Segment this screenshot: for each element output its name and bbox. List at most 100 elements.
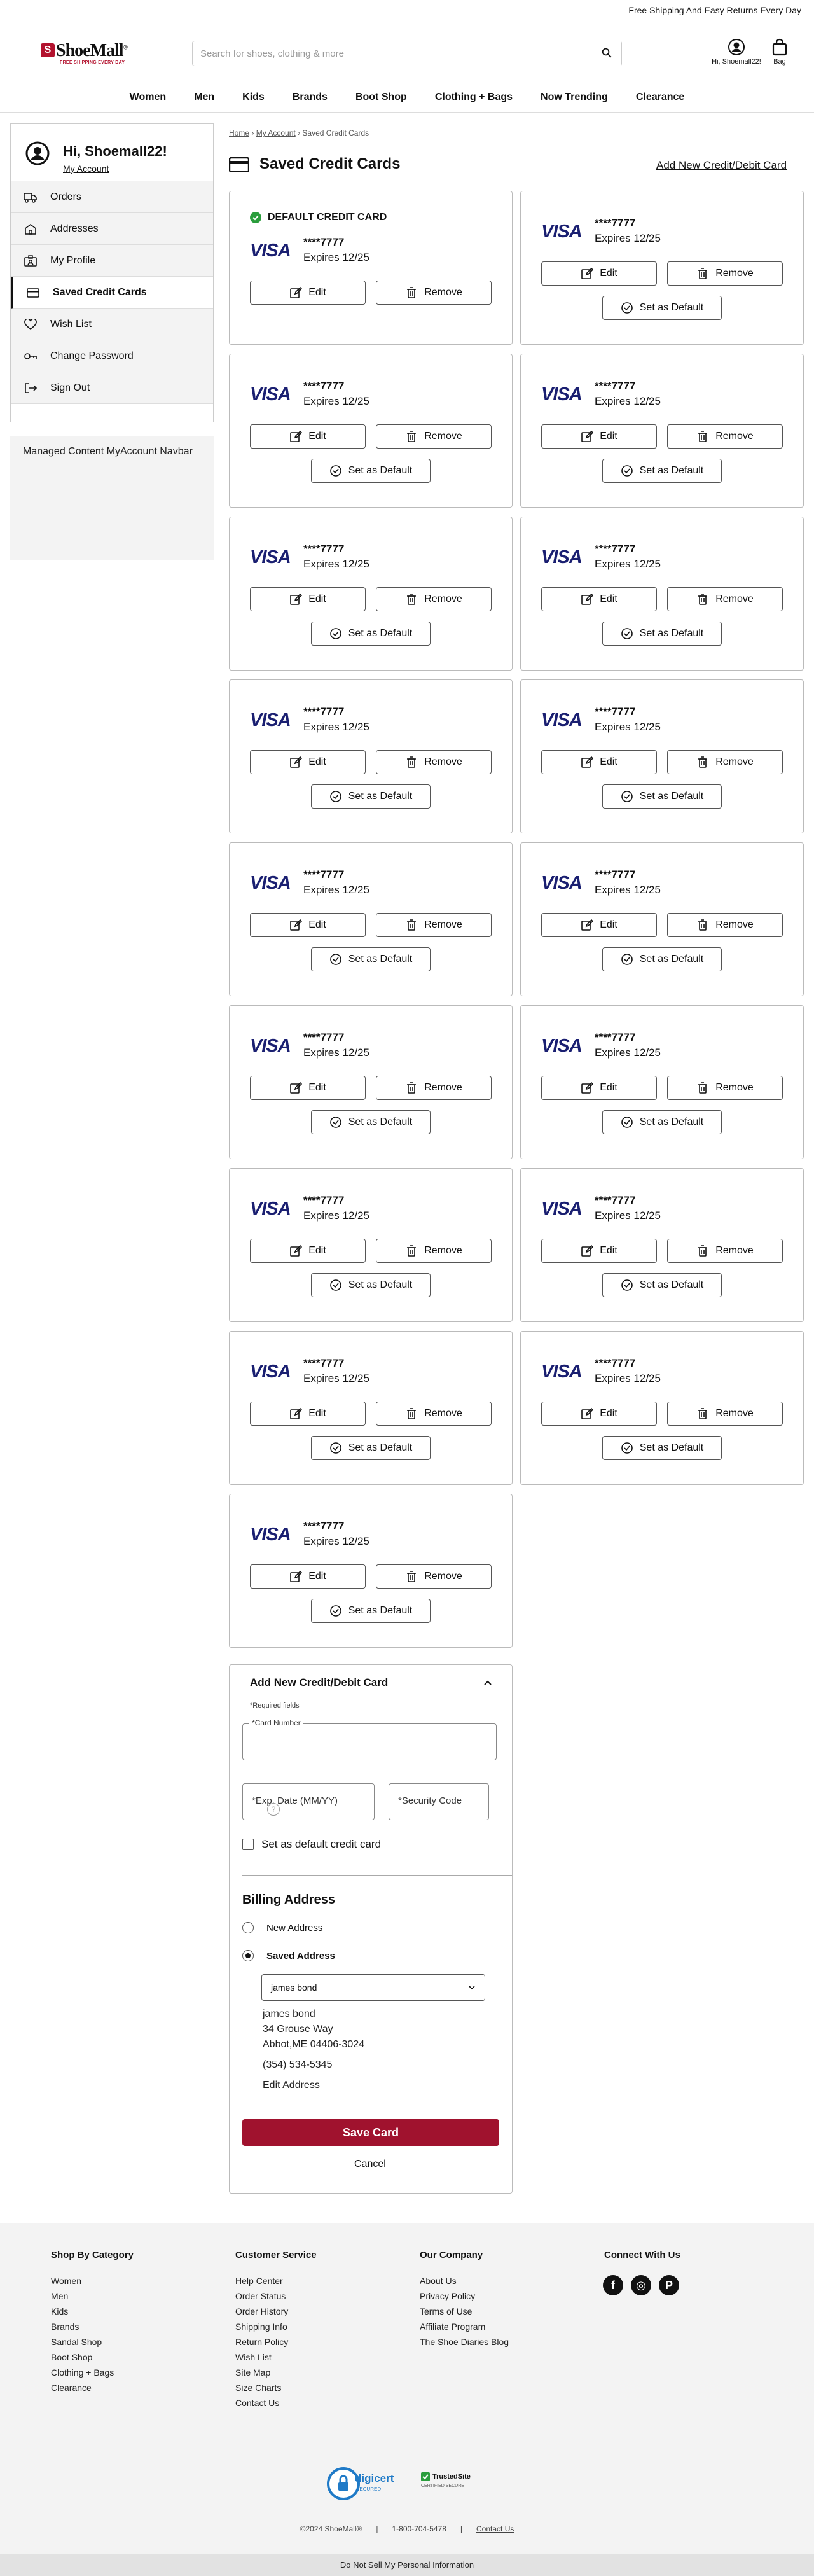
footer-link[interactable]: Privacy Policy — [420, 2288, 509, 2304]
sidebar-item-sign-out[interactable]: Sign Out — [11, 372, 213, 404]
facebook-icon[interactable]: f — [603, 2275, 623, 2295]
chevron-up-icon[interactable] — [483, 1678, 493, 1688]
set-default-button[interactable]: Set as Default — [602, 1110, 722, 1134]
breadcrumb-home[interactable]: Home — [229, 129, 249, 137]
set-default-button[interactable]: Set as Default — [602, 459, 722, 483]
footer-contact-link[interactable]: Contact Us — [476, 2524, 514, 2533]
footer-link[interactable]: Wish List — [235, 2350, 317, 2365]
edit-card-button[interactable]: Edit — [541, 424, 657, 449]
sidebar-item-my-profile[interactable]: My Profile — [11, 245, 213, 277]
address-select[interactable]: james bond — [261, 1974, 485, 2001]
remove-card-button[interactable]: Remove — [376, 913, 492, 937]
sidebar-item-saved-credit-cards[interactable]: Saved Credit Cards — [11, 277, 213, 309]
remove-card-button[interactable]: Remove — [667, 424, 783, 449]
remove-card-button[interactable]: Remove — [376, 587, 492, 611]
edit-card-button[interactable]: Edit — [250, 1239, 366, 1263]
breadcrumb-my-account[interactable]: My Account — [256, 129, 296, 137]
remove-card-button[interactable]: Remove — [376, 1564, 492, 1589]
sidebar-item-addresses[interactable]: Addresses — [11, 213, 213, 245]
bag-link[interactable]: Bag — [768, 38, 791, 71]
edit-card-button[interactable]: Edit — [250, 587, 366, 611]
footer-link[interactable]: Clearance — [51, 2380, 134, 2395]
set-default-button[interactable]: Set as Default — [602, 622, 722, 646]
radio-circle-selected[interactable] — [242, 1950, 254, 1961]
new-address-radio[interactable]: New Address — [242, 1922, 322, 1933]
set-default-button[interactable]: Set as Default — [311, 622, 431, 646]
remove-card-button[interactable]: Remove — [667, 1239, 783, 1263]
footer-link[interactable]: Help Center — [235, 2273, 317, 2288]
footer-link[interactable]: Terms of Use — [420, 2304, 509, 2319]
edit-card-button[interactable]: Edit — [541, 750, 657, 774]
edit-card-button[interactable]: Edit — [250, 1076, 366, 1100]
set-default-button[interactable]: Set as Default — [602, 1436, 722, 1460]
default-card-checkbox[interactable]: Set as default credit card — [242, 1838, 381, 1851]
saved-address-radio[interactable]: Saved Address — [242, 1950, 335, 1961]
set-default-button[interactable]: Set as Default — [311, 459, 431, 483]
remove-card-button[interactable]: Remove — [376, 281, 492, 305]
set-default-button[interactable]: Set as Default — [311, 947, 431, 971]
radio-circle[interactable] — [242, 1922, 254, 1933]
remove-card-button[interactable]: Remove — [667, 1076, 783, 1100]
edit-card-button[interactable]: Edit — [250, 1402, 366, 1426]
footer-link[interactable]: Kids — [51, 2304, 134, 2319]
footer-link[interactable]: Women — [51, 2273, 134, 2288]
edit-card-button[interactable]: Edit — [541, 587, 657, 611]
pinterest-icon[interactable]: P — [659, 2275, 679, 2295]
edit-card-button[interactable]: Edit — [541, 1239, 657, 1263]
set-default-button[interactable]: Set as Default — [602, 784, 722, 809]
footer-link[interactable]: Brands — [51, 2319, 134, 2334]
footer-link[interactable]: The Shoe Diaries Blog — [420, 2334, 509, 2350]
footer-link[interactable]: Return Policy — [235, 2334, 317, 2350]
edit-card-button[interactable]: Edit — [250, 424, 366, 449]
edit-card-button[interactable]: Edit — [250, 913, 366, 937]
shoemall-logo[interactable]: S ShoeMall® FREE SHIPPING EVERY DAY — [41, 41, 140, 67]
footer-link[interactable]: Site Map — [235, 2365, 317, 2380]
nav-kids[interactable]: Kids — [228, 84, 279, 112]
edit-card-button[interactable]: Edit — [541, 1076, 657, 1100]
exp-date-field[interactable]: *Exp. Date (MM/YY) — [242, 1783, 375, 1820]
nav-women[interactable]: Women — [116, 84, 180, 112]
set-default-button[interactable]: Set as Default — [311, 1599, 431, 1623]
edit-card-button[interactable]: Edit — [541, 1402, 657, 1426]
footer-link[interactable]: Boot Shop — [51, 2350, 134, 2365]
nav-clearance[interactable]: Clearance — [622, 84, 699, 112]
card-number-field[interactable]: *Card Number — [242, 1718, 497, 1760]
edit-card-button[interactable]: Edit — [250, 750, 366, 774]
remove-card-button[interactable]: Remove — [667, 1402, 783, 1426]
set-default-button[interactable]: Set as Default — [311, 1273, 431, 1297]
sidebar-item-orders[interactable]: Orders — [11, 181, 213, 213]
nav-boot-shop[interactable]: Boot Shop — [341, 84, 421, 112]
search-button[interactable] — [591, 41, 621, 66]
remove-card-button[interactable]: Remove — [376, 1239, 492, 1263]
edit-card-button[interactable]: Edit — [541, 261, 657, 286]
footer-link[interactable]: Men — [51, 2288, 134, 2304]
footer-link[interactable]: Affiliate Program — [420, 2319, 509, 2334]
remove-card-button[interactable]: Remove — [667, 261, 783, 286]
nav-clothing-bags[interactable]: Clothing + Bags — [421, 84, 527, 112]
help-icon[interactable]: ? — [267, 1803, 280, 1816]
footer-link[interactable]: Shipping Info — [235, 2319, 317, 2334]
remove-card-button[interactable]: Remove — [376, 1402, 492, 1426]
set-default-button[interactable]: Set as Default — [311, 784, 431, 809]
security-code-field[interactable]: *Security Code — [389, 1783, 489, 1820]
edit-card-button[interactable]: Edit — [250, 1564, 366, 1589]
set-default-button[interactable]: Set as Default — [602, 1273, 722, 1297]
do-not-sell-link[interactable]: Do Not Sell My Personal Information — [0, 2554, 814, 2576]
account-link[interactable]: Hi, Shoemall22! — [705, 38, 768, 71]
remove-card-button[interactable]: Remove — [667, 587, 783, 611]
footer-link[interactable]: Sandal Shop — [51, 2334, 134, 2350]
set-default-button[interactable]: Set as Default — [311, 1110, 431, 1134]
checkbox-box[interactable] — [242, 1839, 254, 1850]
footer-link[interactable]: About Us — [420, 2273, 509, 2288]
footer-link[interactable]: Order Status — [235, 2288, 317, 2304]
sidebar-item-change-password[interactable]: Change Password — [11, 340, 213, 372]
set-default-button[interactable]: Set as Default — [311, 1436, 431, 1460]
sidebar-item-wish-list[interactable]: Wish List — [11, 309, 213, 340]
add-new-card-link[interactable]: Add New Credit/Debit Card — [656, 159, 787, 172]
nav-men[interactable]: Men — [180, 84, 228, 112]
remove-card-button[interactable]: Remove — [376, 1076, 492, 1100]
footer-link[interactable]: Contact Us — [235, 2395, 317, 2411]
remove-card-button[interactable]: Remove — [667, 750, 783, 774]
footer-link[interactable]: Size Charts — [235, 2380, 317, 2395]
remove-card-button[interactable]: Remove — [376, 424, 492, 449]
